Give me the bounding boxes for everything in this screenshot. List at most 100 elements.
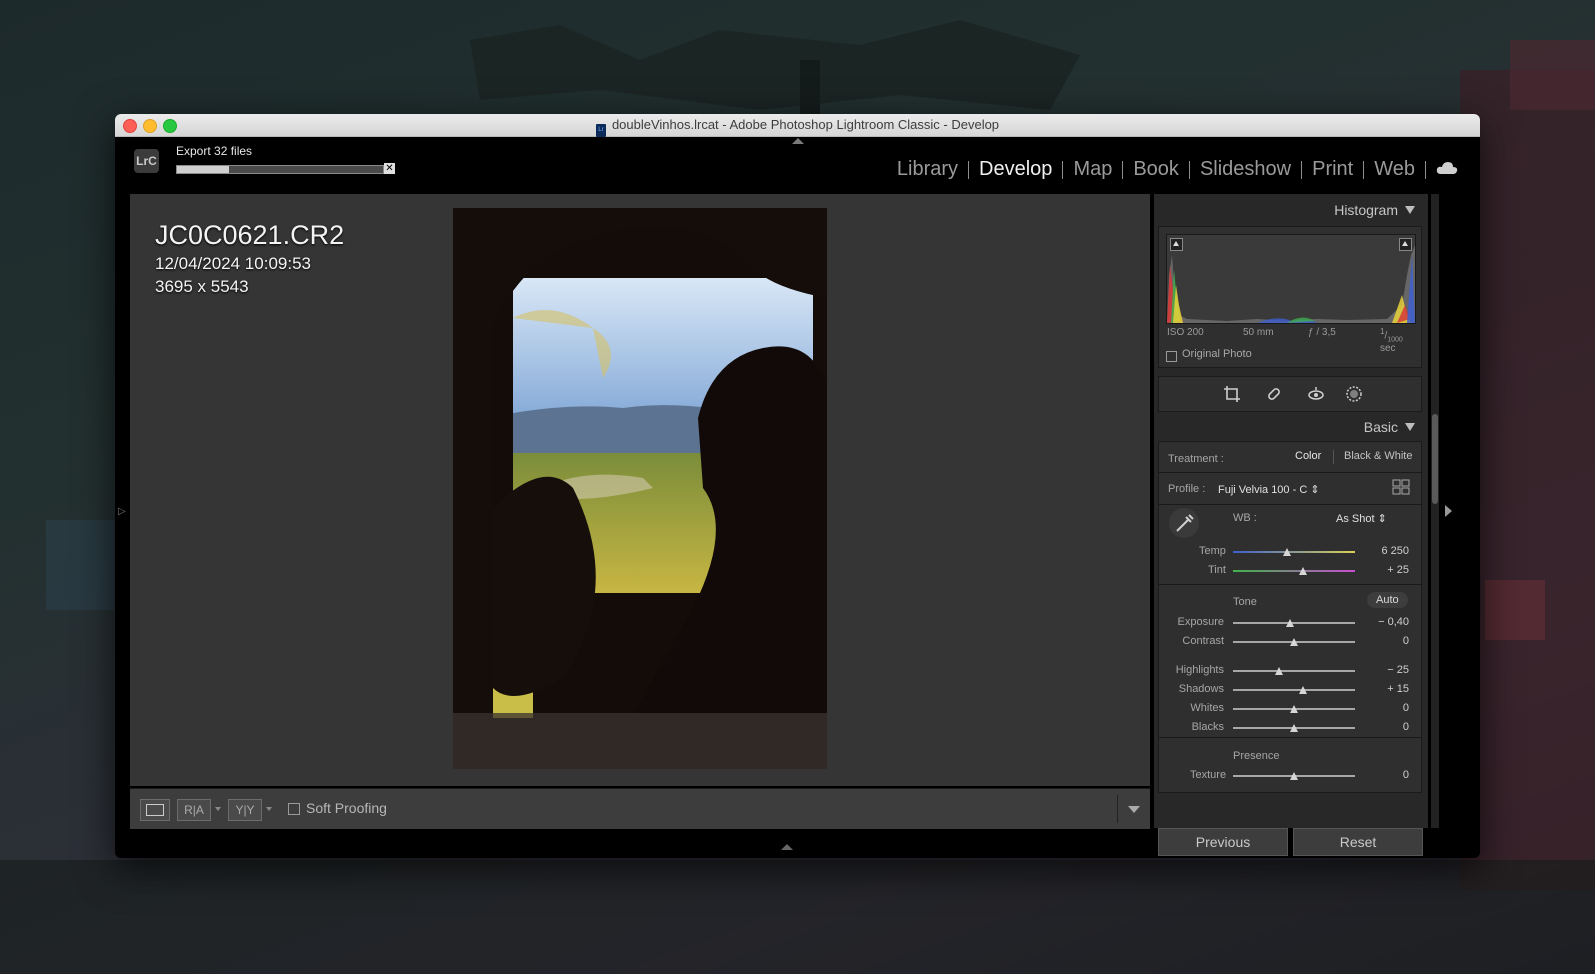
treatment-bw-option[interactable]: Black & White [1344,450,1412,462]
exif-focal: 50 mm [1243,327,1274,338]
blacks-value[interactable]: 0 [1359,721,1409,733]
wb-eyedropper-button[interactable] [1169,508,1199,538]
texture-value[interactable]: 0 [1359,769,1409,781]
temp-slider-thumb[interactable] [1282,548,1291,556]
filmstrip-expand-icon[interactable] [781,844,793,850]
before-after-dropdown-icon[interactable] [215,807,221,811]
module-library[interactable]: Library [887,158,968,181]
shadows-value[interactable]: + 15 [1359,683,1409,695]
whites-slider-thumb[interactable] [1290,705,1298,713]
left-panel-expand-icon[interactable]: ▷ [118,506,126,517]
texture-slider-thumb[interactable] [1290,772,1298,780]
profile-browser-icon[interactable] [1392,479,1410,500]
previous-button[interactable]: Previous [1158,828,1288,856]
basic-header[interactable]: Basic [1364,419,1398,435]
shadows-label: Shadows [1178,683,1224,695]
histogram-graph[interactable] [1166,234,1416,324]
highlight-clipping-toggle[interactable] [1399,238,1412,251]
module-map[interactable]: Map [1063,158,1122,181]
info-datetime: 12/04/2024 10:09:53 [155,254,311,273]
module-print[interactable]: Print [1302,158,1363,181]
contrast-slider-thumb[interactable] [1290,638,1298,646]
presence-label: Presence [1233,750,1280,762]
lrcat-document-icon: Lr [595,124,606,137]
highlights-slider-thumb[interactable] [1275,667,1284,675]
export-progress-fill [177,166,229,173]
cloud-sync-icon[interactable] [1436,158,1458,181]
blacks-slider-thumb[interactable] [1290,724,1298,732]
highlights-slider-track[interactable] [1233,670,1355,672]
module-separator [1425,160,1426,179]
info-filename: JC0C0621.CR2 [155,220,345,250]
title-bar: Lr doubleVinhos.lrcat - Adobe Photoshop L… [115,114,1480,137]
treatment-color-option[interactable]: Color [1295,450,1321,462]
info-dimensions: 3695 x 5543 [155,277,249,296]
tint-value[interactable]: + 25 [1359,564,1409,576]
module-slideshow[interactable]: Slideshow [1190,158,1301,181]
soft-proofing-checkbox[interactable] [288,803,300,815]
right-panel-scrollbar[interactable] [1431,194,1439,828]
wb-select[interactable]: As Shot ⇕ [1336,512,1387,525]
whites-label: Whites [1190,702,1224,714]
loupe-view-icon [146,804,164,816]
temp-label: Temp [1199,545,1226,557]
right-panel: Histogram ISO 200 50 mm ƒ / 3,5 1/1000 s… [1154,194,1428,828]
reset-button[interactable]: Reset [1293,828,1423,856]
exposure-value[interactable]: − 0,40 [1359,616,1409,628]
shadow-clipping-toggle[interactable] [1170,238,1183,251]
highlights-value[interactable]: − 25 [1359,664,1409,676]
original-photo-label: Original Photo [1182,348,1252,360]
histogram-header[interactable]: Histogram [1334,202,1398,218]
shadows-slider-track[interactable] [1233,689,1355,691]
crop-tool-icon[interactable] [1223,385,1241,403]
before-after-button[interactable]: R|A [177,799,211,821]
exif-shutter-num: 1 [1380,327,1385,336]
highlights-label: Highlights [1175,664,1224,676]
right-panel-scroll-thumb[interactable] [1432,414,1438,504]
module-book[interactable]: Book [1123,158,1189,181]
exposure-label: Exposure [1177,616,1224,628]
exposure-slider-thumb[interactable] [1286,619,1295,627]
exif-shutter: 1/1000 sec [1380,327,1403,355]
texture-label: Texture [1190,769,1227,781]
masking-tool-icon[interactable] [1345,385,1363,403]
right-panel-collapse-icon[interactable] [1445,505,1452,517]
lrc-logo: LrC [134,149,159,173]
cancel-export-button[interactable]: ✕ [384,163,395,174]
module-develop[interactable]: Develop [969,158,1062,181]
temp-value[interactable]: 6 250 [1359,545,1409,557]
profile-select[interactable]: Fuji Velvia 100 - C ⇕ [1218,483,1320,496]
whites-value[interactable]: 0 [1359,702,1409,714]
top-panel-collapse-icon[interactable] [791,138,804,144]
photo-preview[interactable] [453,208,827,769]
module-picker: Library Develop Map Book Slideshow Print Web [887,158,1458,181]
yy-dropdown-icon[interactable] [266,807,272,811]
basic-collapse-icon[interactable] [1405,423,1415,431]
loupe-view-button[interactable] [140,799,170,821]
module-web[interactable]: Web [1364,158,1425,181]
histogram-collapse-icon[interactable] [1405,206,1415,214]
image-canvas[interactable]: JC0C0621.CR2 12/04/2024 10:09:53 3695 x … [130,194,1150,786]
original-photo-checkbox[interactable] [1166,351,1177,362]
contrast-label: Contrast [1182,635,1224,647]
tint-slider-thumb[interactable] [1298,567,1307,575]
tint-slider-track[interactable] [1233,570,1355,572]
eyedropper-icon [1176,514,1194,532]
contrast-value[interactable]: 0 [1359,635,1409,647]
treatment-divider [1333,450,1334,464]
yy-view-button[interactable]: Y|Y [228,799,262,821]
temp-slider-track[interactable] [1233,551,1355,553]
basic-panel: Treatment : Color Black & White Profile … [1158,441,1422,793]
auto-tone-button[interactable]: Auto [1367,592,1408,608]
shadows-slider-thumb[interactable] [1298,686,1307,694]
lightroom-window: Lr doubleVinhos.lrcat - Adobe Photoshop L… [115,114,1480,858]
healing-tool-icon[interactable] [1265,385,1283,403]
divider [1159,504,1421,505]
red-eye-tool-icon[interactable] [1307,385,1325,403]
toolbar-content-menu-icon[interactable] [1128,806,1140,813]
profile-stepper-icon: ⇕ [1310,484,1320,496]
divider [1159,584,1421,585]
toolbar-divider [1117,795,1118,823]
wb-label: WB : [1233,512,1257,524]
divider [1159,472,1421,473]
